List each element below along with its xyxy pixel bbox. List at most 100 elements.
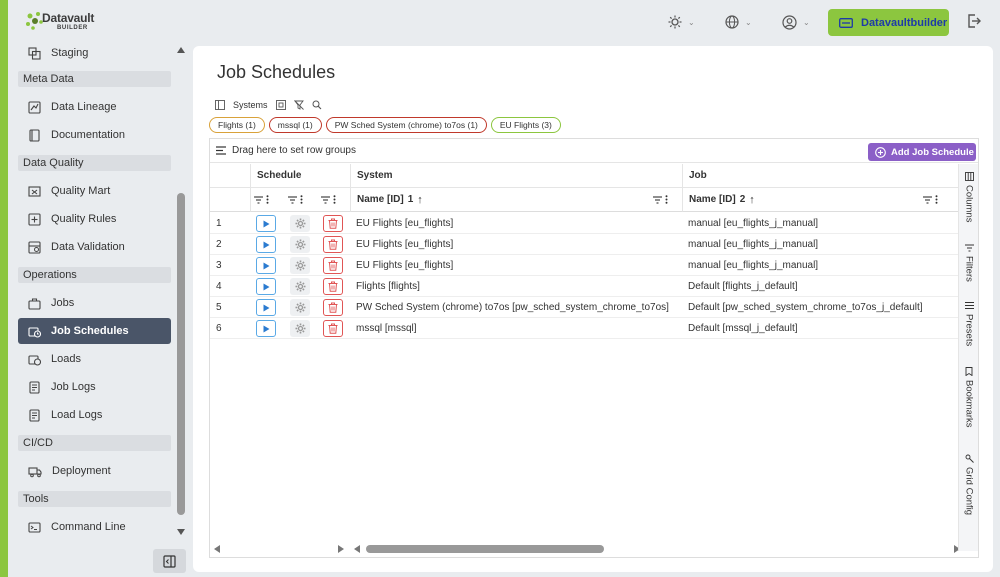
chip-flights[interactable]: Flights (1): [209, 117, 265, 133]
configure-schedule-button[interactable]: [290, 257, 310, 274]
table-row[interactable]: 3 EU Flights [eu_flights] manual [eu_fligh…: [210, 255, 958, 276]
panel-toggle-icon[interactable]: [215, 100, 225, 110]
filter-delete-column[interactable]: [321, 195, 336, 204]
run-schedule-button[interactable]: [256, 257, 276, 274]
sidebar-item-loads[interactable]: Loads: [18, 346, 171, 372]
tab-grid-config[interactable]: Grid Config: [959, 454, 979, 515]
scroll-down-arrow-icon[interactable]: [177, 529, 185, 535]
search-icon[interactable]: [312, 100, 322, 110]
configure-schedule-button[interactable]: [290, 215, 310, 232]
scroll-up-arrow-icon[interactable]: [177, 47, 185, 53]
filter-system-column[interactable]: [653, 195, 668, 204]
filter-config-column[interactable]: [288, 195, 303, 204]
account-menu[interactable]: ⌄: [782, 12, 810, 32]
job-schedules-grid: Drag here to set row groups Add Job Sche…: [209, 138, 979, 558]
sidebar-item-label: Jobs: [51, 297, 75, 309]
row-number: 3: [216, 260, 222, 271]
systems-toolbar: Systems: [215, 98, 322, 112]
column-menu-icon: [333, 195, 336, 204]
sidebar-item-job-logs[interactable]: Job Logs: [18, 374, 171, 400]
chip-mssql[interactable]: mssql (1): [268, 117, 322, 133]
app-logo[interactable]: Datavault BUILDER: [24, 8, 104, 36]
tab-presets-label: Presets: [963, 314, 975, 347]
run-schedule-button[interactable]: [256, 236, 276, 253]
configure-schedule-button[interactable]: [290, 320, 310, 337]
chip-eu-flights[interactable]: EU Flights (3): [490, 117, 561, 133]
sidebar-item-command-line[interactable]: Command Line: [18, 514, 171, 540]
logout-icon: [968, 14, 981, 28]
add-job-schedule-button[interactable]: Add Job Schedule: [868, 143, 976, 161]
play-icon: [263, 325, 269, 332]
language-selector[interactable]: ⌄: [725, 12, 752, 32]
sidebar-item-jobs[interactable]: Jobs: [18, 290, 171, 316]
run-schedule-button[interactable]: [256, 215, 276, 232]
sidebar-item-label: Job Logs: [51, 381, 96, 393]
grid-horizontal-scrollbar[interactable]: [210, 541, 960, 557]
sidebar-item-label: Data Lineage: [51, 101, 117, 113]
table-row[interactable]: 2 EU Flights [eu_flights] manual [eu_fligh…: [210, 234, 958, 255]
header-job-name[interactable]: Name [ID] 2 ↑: [682, 188, 958, 212]
sidebar-item-data-validation[interactable]: Data Validation: [18, 234, 171, 260]
chip-pw-sched-system[interactable]: PW Sched System (chrome) to7os (1): [325, 117, 487, 133]
delete-schedule-button[interactable]: [323, 236, 343, 253]
sidebar-item-quality-rules[interactable]: Quality Rules: [18, 206, 171, 232]
filter-job-column[interactable]: [923, 195, 938, 204]
theme-toggle[interactable]: ⌄: [668, 12, 695, 32]
scroll-left-arrow-icon[interactable]: [354, 545, 360, 553]
sidebar-item-data-lineage[interactable]: Data Lineage: [18, 94, 171, 120]
sidebar-item-staging[interactable]: Staging: [18, 40, 171, 66]
logout-button[interactable]: [966, 13, 982, 32]
tab-filters[interactable]: Filters: [959, 244, 979, 282]
run-schedule-button[interactable]: [256, 320, 276, 337]
table-row[interactable]: 6 mssql [mssql] Default [mssql_j_default]: [210, 318, 958, 339]
scroll-left-arrow-icon[interactable]: [214, 545, 220, 553]
header-row-number-col: [210, 188, 250, 212]
table-row[interactable]: 4 Flights [flights] Default [flights_j_def…: [210, 276, 958, 297]
sidebar-item-deployment[interactable]: Deployment: [18, 458, 171, 484]
delete-schedule-button[interactable]: [323, 215, 343, 232]
sidebar-scrollbar[interactable]: [176, 45, 186, 535]
expand-icon[interactable]: [275, 100, 286, 110]
tab-columns[interactable]: Columns: [959, 172, 979, 223]
sidebar-collapse-icon: [163, 554, 176, 568]
header-row-number: [210, 164, 250, 188]
delete-schedule-button[interactable]: [323, 320, 343, 337]
scroll-thumb[interactable]: [177, 193, 185, 515]
configure-schedule-button[interactable]: [290, 278, 310, 295]
horizontal-scroll-thumb[interactable]: [366, 545, 604, 553]
row-group-panel[interactable]: Drag here to set row groups Add Job Sche…: [210, 139, 978, 163]
system-name-cell: mssql [mssql]: [356, 323, 417, 334]
tab-presets[interactable]: Presets: [959, 301, 979, 346]
configure-schedule-button[interactable]: [290, 299, 310, 316]
user-button[interactable]: Datavaultbuilder: [828, 9, 949, 36]
filter-off-icon[interactable]: [293, 100, 304, 110]
sidebar-item-quality-mart[interactable]: Quality Mart: [18, 178, 171, 204]
book-icon: [29, 128, 40, 142]
filter-icon: [321, 195, 330, 204]
table-row[interactable]: 5 PW Sched System (chrome) to7os [pw_sche…: [210, 297, 958, 318]
configure-schedule-button[interactable]: [290, 236, 310, 253]
delete-schedule-button[interactable]: [323, 257, 343, 274]
user-button-label: Datavaultbuilder: [861, 16, 948, 29]
table-row[interactable]: 1 EU Flights [eu_flights] manual [eu_fligh…: [210, 213, 958, 234]
run-schedule-button[interactable]: [256, 299, 276, 316]
scroll-right-arrow-icon[interactable]: [338, 545, 344, 553]
filter-icon: [923, 195, 932, 204]
sidebar-item-documentation[interactable]: Documentation: [18, 122, 171, 148]
sort-ascending-icon: ↑: [417, 193, 423, 206]
grid-side-panel: Columns Filters Presets Bookmarks Grid C…: [958, 164, 978, 551]
delete-schedule-button[interactable]: [323, 278, 343, 295]
sidebar-item-job-schedules[interactable]: Job Schedules: [18, 318, 171, 344]
tab-bookmarks-label: Bookmarks: [963, 380, 975, 428]
tab-bookmarks[interactable]: Bookmarks: [959, 367, 979, 428]
job-name-cell: manual [eu_flights_j_manual]: [688, 239, 819, 250]
collapse-sidebar-button[interactable]: [153, 549, 186, 573]
trash-icon: [328, 302, 338, 313]
delete-schedule-button[interactable]: [323, 299, 343, 316]
header-system-name[interactable]: Name [ID] 1 ↑: [350, 188, 682, 212]
sidebar-item-load-logs[interactable]: Load Logs: [18, 402, 171, 428]
filter-run-column[interactable]: [254, 195, 269, 204]
gear-icon: [295, 281, 305, 292]
run-schedule-button[interactable]: [256, 278, 276, 295]
system-name-cell: Flights [flights]: [356, 281, 420, 292]
